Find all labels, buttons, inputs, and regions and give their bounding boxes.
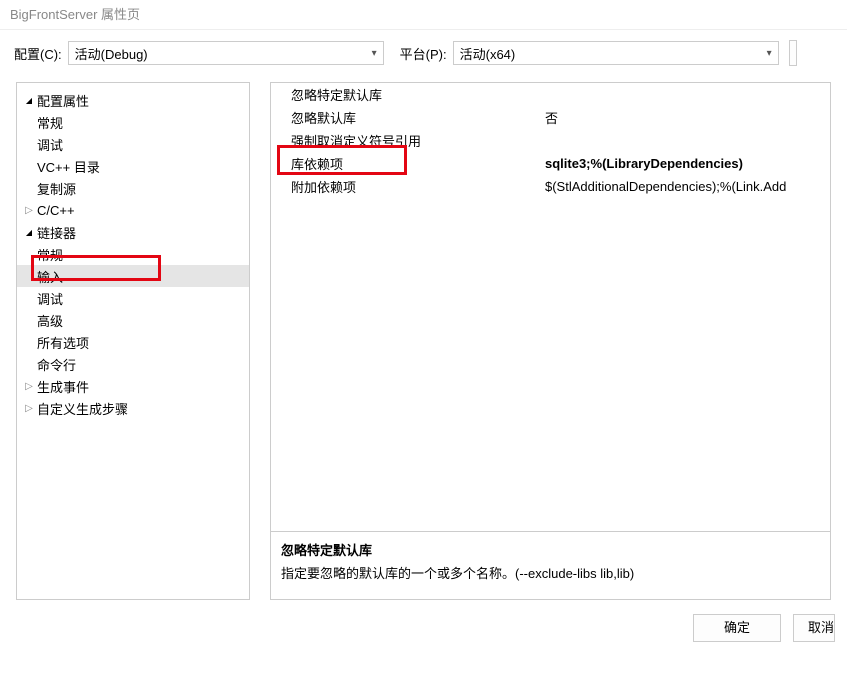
collapse-icon <box>23 227 35 238</box>
tree-item-general[interactable]: 常规 <box>17 111 249 133</box>
collapse-icon <box>23 95 35 106</box>
window-title: BigFrontServer 属性页 <box>0 0 847 30</box>
tree-root[interactable]: 配置属性 <box>17 89 249 111</box>
config-value: 活动(Debug) <box>75 44 148 63</box>
description-title: 忽略特定默认库 <box>281 540 820 559</box>
tree-item-debug[interactable]: 调试 <box>17 133 249 155</box>
tree-item-linker-general[interactable]: 常规 <box>17 243 249 265</box>
platform-label: 平台(P): <box>400 44 447 63</box>
tree-item-ccpp[interactable]: C/C++ <box>17 199 249 221</box>
prop-row[interactable]: 强制取消定义符号引用 <box>271 129 830 152</box>
chevron-down-icon: ▾ <box>372 48 377 59</box>
chevron-down-icon: ▾ <box>767 48 772 59</box>
config-label: 配置(C): <box>14 44 62 63</box>
prop-name: 强制取消定义符号引用 <box>271 131 541 150</box>
prop-name: 库依赖项 <box>271 154 541 173</box>
tree-item-custombuild[interactable]: 自定义生成步骤 <box>17 397 249 419</box>
prop-value[interactable]: 否 <box>541 108 830 127</box>
expand-icon <box>23 403 35 414</box>
prop-name: 忽略默认库 <box>271 108 541 127</box>
tree-item-linker-input[interactable]: 输入 <box>17 265 249 287</box>
config-manager-button[interactable] <box>789 40 797 66</box>
property-grid: 忽略特定默认库 忽略默认库 否 强制取消定义符号引用 库依赖项 sqlite3;… <box>271 83 830 531</box>
tree-item-linker-advanced[interactable]: 高级 <box>17 309 249 331</box>
ok-button[interactable]: 确定 <box>693 614 781 642</box>
prop-name: 忽略特定默认库 <box>271 85 541 104</box>
tree-panel: 配置属性 常规 调试 VC++ 目录 复制源 C/C++ 链接器 常规 输入 调… <box>16 82 250 600</box>
prop-row[interactable]: 附加依赖项 $(StlAdditionalDependencies);%(Lin… <box>271 175 830 198</box>
platform-dropdown[interactable]: 活动(x64) ▾ <box>453 41 779 65</box>
cancel-button[interactable]: 取消 <box>793 614 835 642</box>
prop-row[interactable]: 库依赖项 sqlite3;%(LibraryDependencies) <box>271 152 830 175</box>
tree-item-buildevents[interactable]: 生成事件 <box>17 375 249 397</box>
prop-row[interactable]: 忽略特定默认库 <box>271 83 830 106</box>
prop-row[interactable]: 忽略默认库 否 <box>271 106 830 129</box>
description-text: 指定要忽略的默认库的一个或多个名称。(--exclude-libs lib,li… <box>281 563 820 582</box>
tree-item-vcdirs[interactable]: VC++ 目录 <box>17 155 249 177</box>
prop-name: 附加依赖项 <box>271 177 541 196</box>
config-dropdown[interactable]: 活动(Debug) ▾ <box>68 41 384 65</box>
config-row: 配置(C): 活动(Debug) ▾ 平台(P): 活动(x64) ▾ <box>0 30 847 76</box>
tree-item-linker[interactable]: 链接器 <box>17 221 249 243</box>
tree-item-linker-alloptions[interactable]: 所有选项 <box>17 331 249 353</box>
property-panel: 忽略特定默认库 忽略默认库 否 强制取消定义符号引用 库依赖项 sqlite3;… <box>270 82 831 600</box>
platform-value: 活动(x64) <box>460 44 516 63</box>
expand-icon <box>23 205 35 216</box>
tree-item-copysource[interactable]: 复制源 <box>17 177 249 199</box>
tree-item-linker-debug[interactable]: 调试 <box>17 287 249 309</box>
tree-item-linker-cmdline[interactable]: 命令行 <box>17 353 249 375</box>
property-tree: 配置属性 常规 调试 VC++ 目录 复制源 C/C++ 链接器 常规 输入 调… <box>17 89 249 419</box>
expand-icon <box>23 381 35 392</box>
prop-value[interactable]: sqlite3;%(LibraryDependencies) <box>541 156 830 171</box>
button-bar: 确定 取消 <box>0 600 847 642</box>
prop-value[interactable]: $(StlAdditionalDependencies);%(Link.Add <box>541 179 830 194</box>
main-area: 配置属性 常规 调试 VC++ 目录 复制源 C/C++ 链接器 常规 输入 调… <box>0 76 847 600</box>
description-panel: 忽略特定默认库 指定要忽略的默认库的一个或多个名称。(--exclude-lib… <box>271 531 830 599</box>
